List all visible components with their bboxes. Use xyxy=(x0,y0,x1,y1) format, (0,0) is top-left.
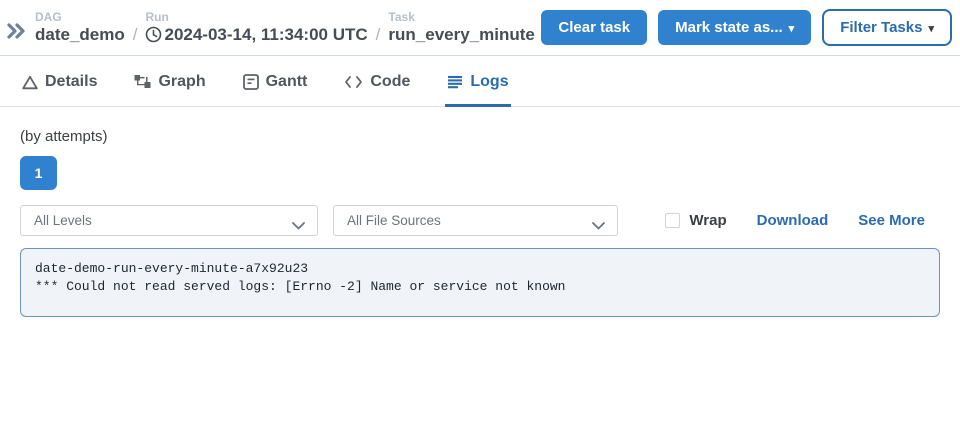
file-source-select[interactable]: All File Sources xyxy=(333,205,618,236)
wrap-label: Wrap xyxy=(689,212,726,229)
breadcrumb-run-timestamp: 2024-03-14, 11:34:00 UTC xyxy=(164,24,367,46)
tab-graph[interactable]: Graph xyxy=(132,56,207,107)
task-instance-header: DAG date_demo / Run 2024-03-14, 11:34:00… xyxy=(0,0,960,56)
caret-down-icon: ▾ xyxy=(928,23,934,35)
logs-panel: (by attempts) 1 All Levels All File Sour… xyxy=(0,107,960,317)
breadcrumb-task[interactable]: Task run_every_minute xyxy=(388,10,534,46)
header-actions: Clear task Mark state as... ▾ Filter Task… xyxy=(541,9,952,46)
filter-tasks-button[interactable]: Filter Tasks ▾ xyxy=(822,9,952,46)
chevron-down-icon xyxy=(592,218,605,233)
tab-code[interactable]: Code xyxy=(342,56,412,107)
breadcrumb-run-value[interactable]: 2024-03-14, 11:34:00 UTC xyxy=(145,24,367,46)
code-brackets-icon xyxy=(344,75,363,89)
tab-label: Gantt xyxy=(266,73,308,91)
breadcrumb-task-label: Task xyxy=(388,10,534,24)
tab-label: Graph xyxy=(158,73,205,91)
wrap-checkbox[interactable] xyxy=(665,213,680,228)
tab-label: Code xyxy=(370,73,410,91)
breadcrumb-dag-value[interactable]: date_demo xyxy=(35,24,125,46)
filter-tasks-label: Filter Tasks xyxy=(840,19,922,36)
tab-bar: Details Graph Ga xyxy=(0,56,960,107)
file-source-select-value: All File Sources xyxy=(347,213,441,228)
gantt-chart-icon xyxy=(243,74,259,90)
breadcrumb-task-value[interactable]: run_every_minute xyxy=(388,24,534,46)
log-filter-row: All Levels All File Sources Wrap xyxy=(20,205,940,236)
by-attempts-label: (by attempts) xyxy=(20,128,940,145)
log-level-select-value: All Levels xyxy=(34,213,92,228)
log-line: date-demo-run-every-minute-a7x92u23 xyxy=(35,260,925,278)
log-lines-icon xyxy=(447,75,463,89)
breadcrumb-dag-label: DAG xyxy=(35,10,125,24)
download-logs-link[interactable]: Download xyxy=(757,212,829,229)
clock-icon xyxy=(145,26,162,43)
tab-label: Logs xyxy=(470,73,508,91)
double-chevron-right-icon[interactable] xyxy=(6,22,26,40)
mark-state-as-label: Mark state as... xyxy=(675,19,783,36)
clear-task-label: Clear task xyxy=(558,19,630,36)
breadcrumb-separator: / xyxy=(132,25,139,45)
tab-details[interactable]: Details xyxy=(20,56,99,107)
triangle-icon xyxy=(22,75,38,90)
breadcrumb-separator: / xyxy=(375,25,382,45)
clear-task-button[interactable]: Clear task xyxy=(541,10,647,45)
tab-gantt[interactable]: Gantt xyxy=(241,56,310,107)
tab-logs[interactable]: Logs xyxy=(445,56,510,107)
caret-down-icon: ▾ xyxy=(789,23,795,35)
tab-label: Details xyxy=(45,73,97,91)
breadcrumb: DAG date_demo / Run 2024-03-14, 11:34:00… xyxy=(6,10,535,46)
see-more-link[interactable]: See More xyxy=(858,212,925,229)
breadcrumb-dag[interactable]: DAG date_demo xyxy=(35,10,125,46)
wrap-toggle[interactable]: Wrap xyxy=(665,212,726,229)
chevron-down-icon xyxy=(292,218,305,233)
graph-nodes-icon xyxy=(134,74,151,90)
breadcrumb-run[interactable]: Run 2024-03-14, 11:34:00 UTC xyxy=(145,10,367,46)
breadcrumb-run-label: Run xyxy=(145,10,367,24)
log-level-select[interactable]: All Levels xyxy=(20,205,318,236)
log-output-box[interactable]: date-demo-run-every-minute-a7x92u23 *** … xyxy=(20,248,940,317)
airflow-task-instance-page: DAG date_demo / Run 2024-03-14, 11:34:00… xyxy=(0,0,960,437)
attempt-1-button[interactable]: 1 xyxy=(20,156,57,190)
mark-state-as-button[interactable]: Mark state as... ▾ xyxy=(658,10,811,45)
log-line: *** Could not read served logs: [Errno -… xyxy=(35,278,925,296)
